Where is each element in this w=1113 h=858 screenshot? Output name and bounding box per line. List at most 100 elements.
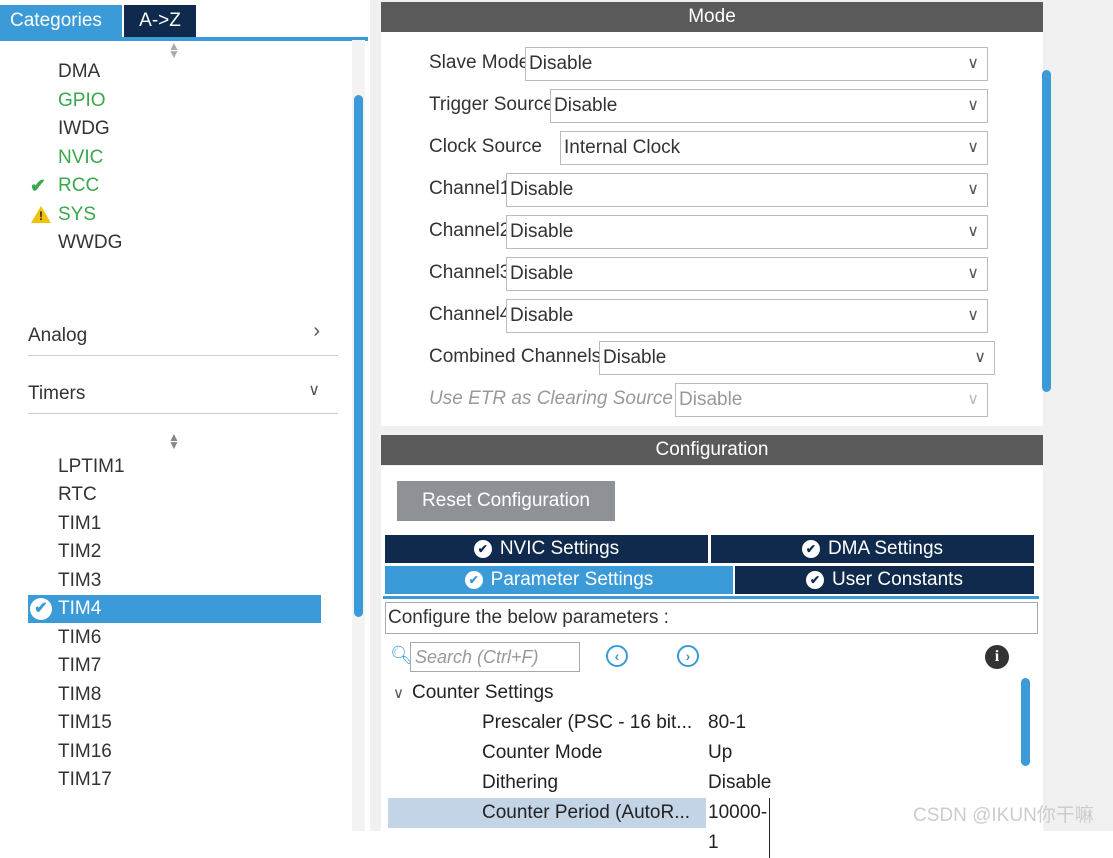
param-name: Prescaler (PSC - 16 bit... <box>482 712 693 733</box>
select-use-etr[interactable]: Disable ∨ <box>675 383 988 417</box>
timer-item-tim1[interactable]: TIM1 <box>58 513 101 535</box>
select-value: Disable <box>603 347 667 368</box>
search-input[interactable]: Search (Ctrl+F) <box>410 642 580 672</box>
timer-item-tim6[interactable]: TIM6 <box>58 627 101 649</box>
tree-group-label: Counter Settings <box>411 682 554 703</box>
next-result-icon[interactable]: › <box>677 645 699 667</box>
category-item-gpio[interactable]: GPIO <box>58 90 106 112</box>
param-value[interactable]: 80-1 <box>706 708 906 738</box>
check-circle-icon: ✔ <box>464 571 483 589</box>
tab-categories[interactable]: Categories <box>0 5 122 37</box>
param-value[interactable]: Disable <box>706 768 906 798</box>
select-slave-mode[interactable]: Disable ∨ <box>525 47 988 81</box>
tab-a-to-z[interactable]: A->Z <box>124 5 196 37</box>
param-name: Dithering <box>482 772 559 793</box>
category-item-sys[interactable]: SYS <box>58 204 96 226</box>
check-circle-icon: ✔ <box>801 540 820 558</box>
tab-label: NVIC Settings <box>499 538 620 559</box>
tab-underline <box>0 37 368 41</box>
warning-icon: ! <box>31 206 51 223</box>
chevron-down-icon: ∨ <box>393 685 404 702</box>
chevron-down-icon: ∨ <box>308 382 320 399</box>
mode-scrollbar-thumb[interactable] <box>1042 70 1051 392</box>
label-channel1: Channel1 <box>429 178 511 199</box>
timer-item-tim2[interactable]: TIM2 <box>58 541 101 563</box>
param-value-input[interactable]: 10000-1 <box>706 798 771 858</box>
select-combined-channels[interactable]: Disable ∨ <box>599 341 995 375</box>
timer-item-tim15[interactable]: TIM15 <box>58 712 112 734</box>
tab-user-constants[interactable]: ✔ User Constants <box>735 566 1034 594</box>
left-panel: Categories A->Z ▲ ▼ DMA GPIO IWDG NVIC ✔ … <box>0 0 368 831</box>
chevron-down-icon: ∨ <box>967 223 979 240</box>
info-icon[interactable]: i <box>985 645 1009 669</box>
chevron-right-icon: › <box>313 320 320 342</box>
timer-item-rtc[interactable]: RTC <box>58 484 97 506</box>
select-channel2[interactable]: Disable ∨ <box>506 215 988 249</box>
config-scrollbar-thumb[interactable] <box>1021 678 1030 766</box>
select-clock-source[interactable]: Internal Clock ∨ <box>560 131 988 165</box>
select-value: Disable <box>554 95 618 116</box>
tab-label: Parameter Settings <box>490 569 654 590</box>
label-channel2: Channel2 <box>429 220 511 241</box>
sort-handle-icon[interactable]: ▲ ▼ <box>167 431 181 451</box>
section-timers-label: Timers <box>28 383 86 404</box>
select-value: Disable <box>529 53 593 74</box>
label-channel3: Channel3 <box>429 262 511 283</box>
timer-item-tim3[interactable]: TIM3 <box>58 570 101 592</box>
category-item-nvic[interactable]: NVIC <box>58 147 103 169</box>
category-item-iwdg[interactable]: IWDG <box>58 118 110 140</box>
label-slave-mode: Slave Mode <box>429 52 530 73</box>
mode-body: Slave Mode Disable ∨ Trigger Source Disab… <box>381 32 1051 426</box>
select-value: Disable <box>510 263 574 284</box>
param-row-prescaler[interactable]: Prescaler (PSC - 16 bit... 80-1 <box>388 708 1018 738</box>
param-name: Counter Mode <box>482 742 603 763</box>
timer-item-tim16[interactable]: TIM16 <box>58 741 112 763</box>
label-use-etr: Use ETR as Clearing Source <box>429 388 673 409</box>
timer-item-lptim1[interactable]: LPTIM1 <box>58 456 125 478</box>
category-item-wwdg[interactable]: WWDG <box>58 232 122 254</box>
select-channel4[interactable]: Disable ∨ <box>506 299 988 333</box>
timer-item-tim17[interactable]: TIM17 <box>58 769 112 791</box>
category-tabbar: Categories A->Z <box>0 0 368 41</box>
select-trigger-source[interactable]: Disable ∨ <box>550 89 988 123</box>
chevron-down-icon: ∨ <box>974 349 986 366</box>
category-item-dma[interactable]: DMA <box>58 61 100 83</box>
section-timers[interactable]: Timers ∨ <box>28 374 338 414</box>
timer-item-tim8[interactable]: TIM8 <box>58 684 101 706</box>
select-value: Disable <box>510 179 574 200</box>
tab-label: User Constants <box>832 569 963 590</box>
param-value[interactable]: Up <box>706 738 906 768</box>
check-circle-icon: ✔ <box>473 540 492 558</box>
label-combined-channels: Combined Channels <box>429 346 602 367</box>
reset-configuration-button[interactable]: Reset Configuration <box>397 481 615 521</box>
param-row-counter-period[interactable]: Counter Period (AutoR... 10000-1 <box>388 798 771 858</box>
select-channel3[interactable]: Disable ∨ <box>506 257 988 291</box>
chevron-down-icon: ∨ <box>967 265 979 282</box>
mode-header: Mode <box>381 2 1043 32</box>
collapse-handle-icon[interactable]: ▲ ▼ <box>167 40 181 60</box>
section-analog-label: Analog <box>28 325 88 346</box>
check-circle-icon: ✔ <box>806 571 825 589</box>
tab-nvic-settings[interactable]: ✔ NVIC Settings <box>385 535 708 563</box>
param-row-dithering[interactable]: Dithering Disable <box>388 768 1018 798</box>
category-item-rcc[interactable]: RCC <box>58 175 99 197</box>
tree-group-counter-settings[interactable]: ∨ Counter Settings <box>393 682 554 704</box>
left-scrollbar-thumb[interactable] <box>354 95 363 617</box>
chevron-down-icon: ∨ <box>967 307 979 324</box>
right-panel: Mode Slave Mode Disable ∨ Trigger Source … <box>370 0 1113 858</box>
chevron-down-icon: ∨ <box>967 181 979 198</box>
timer-item-tim4[interactable]: ✔ TIM4 <box>28 595 321 623</box>
timer-item-tim7[interactable]: TIM7 <box>58 655 101 677</box>
select-channel1[interactable]: Disable ∨ <box>506 173 988 207</box>
label-clock-source: Clock Source <box>429 136 542 157</box>
section-analog[interactable]: Analog › <box>28 316 338 356</box>
select-value: Disable <box>510 305 574 326</box>
param-row-counter-mode[interactable]: Counter Mode Up <box>388 738 1018 768</box>
tab-parameter-settings[interactable]: ✔ Parameter Settings <box>385 566 733 594</box>
tab-dma-settings[interactable]: ✔ DMA Settings <box>711 535 1034 563</box>
tab-underline <box>383 596 1039 599</box>
tab-label: DMA Settings <box>827 538 944 559</box>
previous-result-icon[interactable]: ‹ <box>606 645 628 667</box>
timer-item-label: TIM4 <box>58 598 102 619</box>
select-value: Internal Clock <box>564 137 681 158</box>
